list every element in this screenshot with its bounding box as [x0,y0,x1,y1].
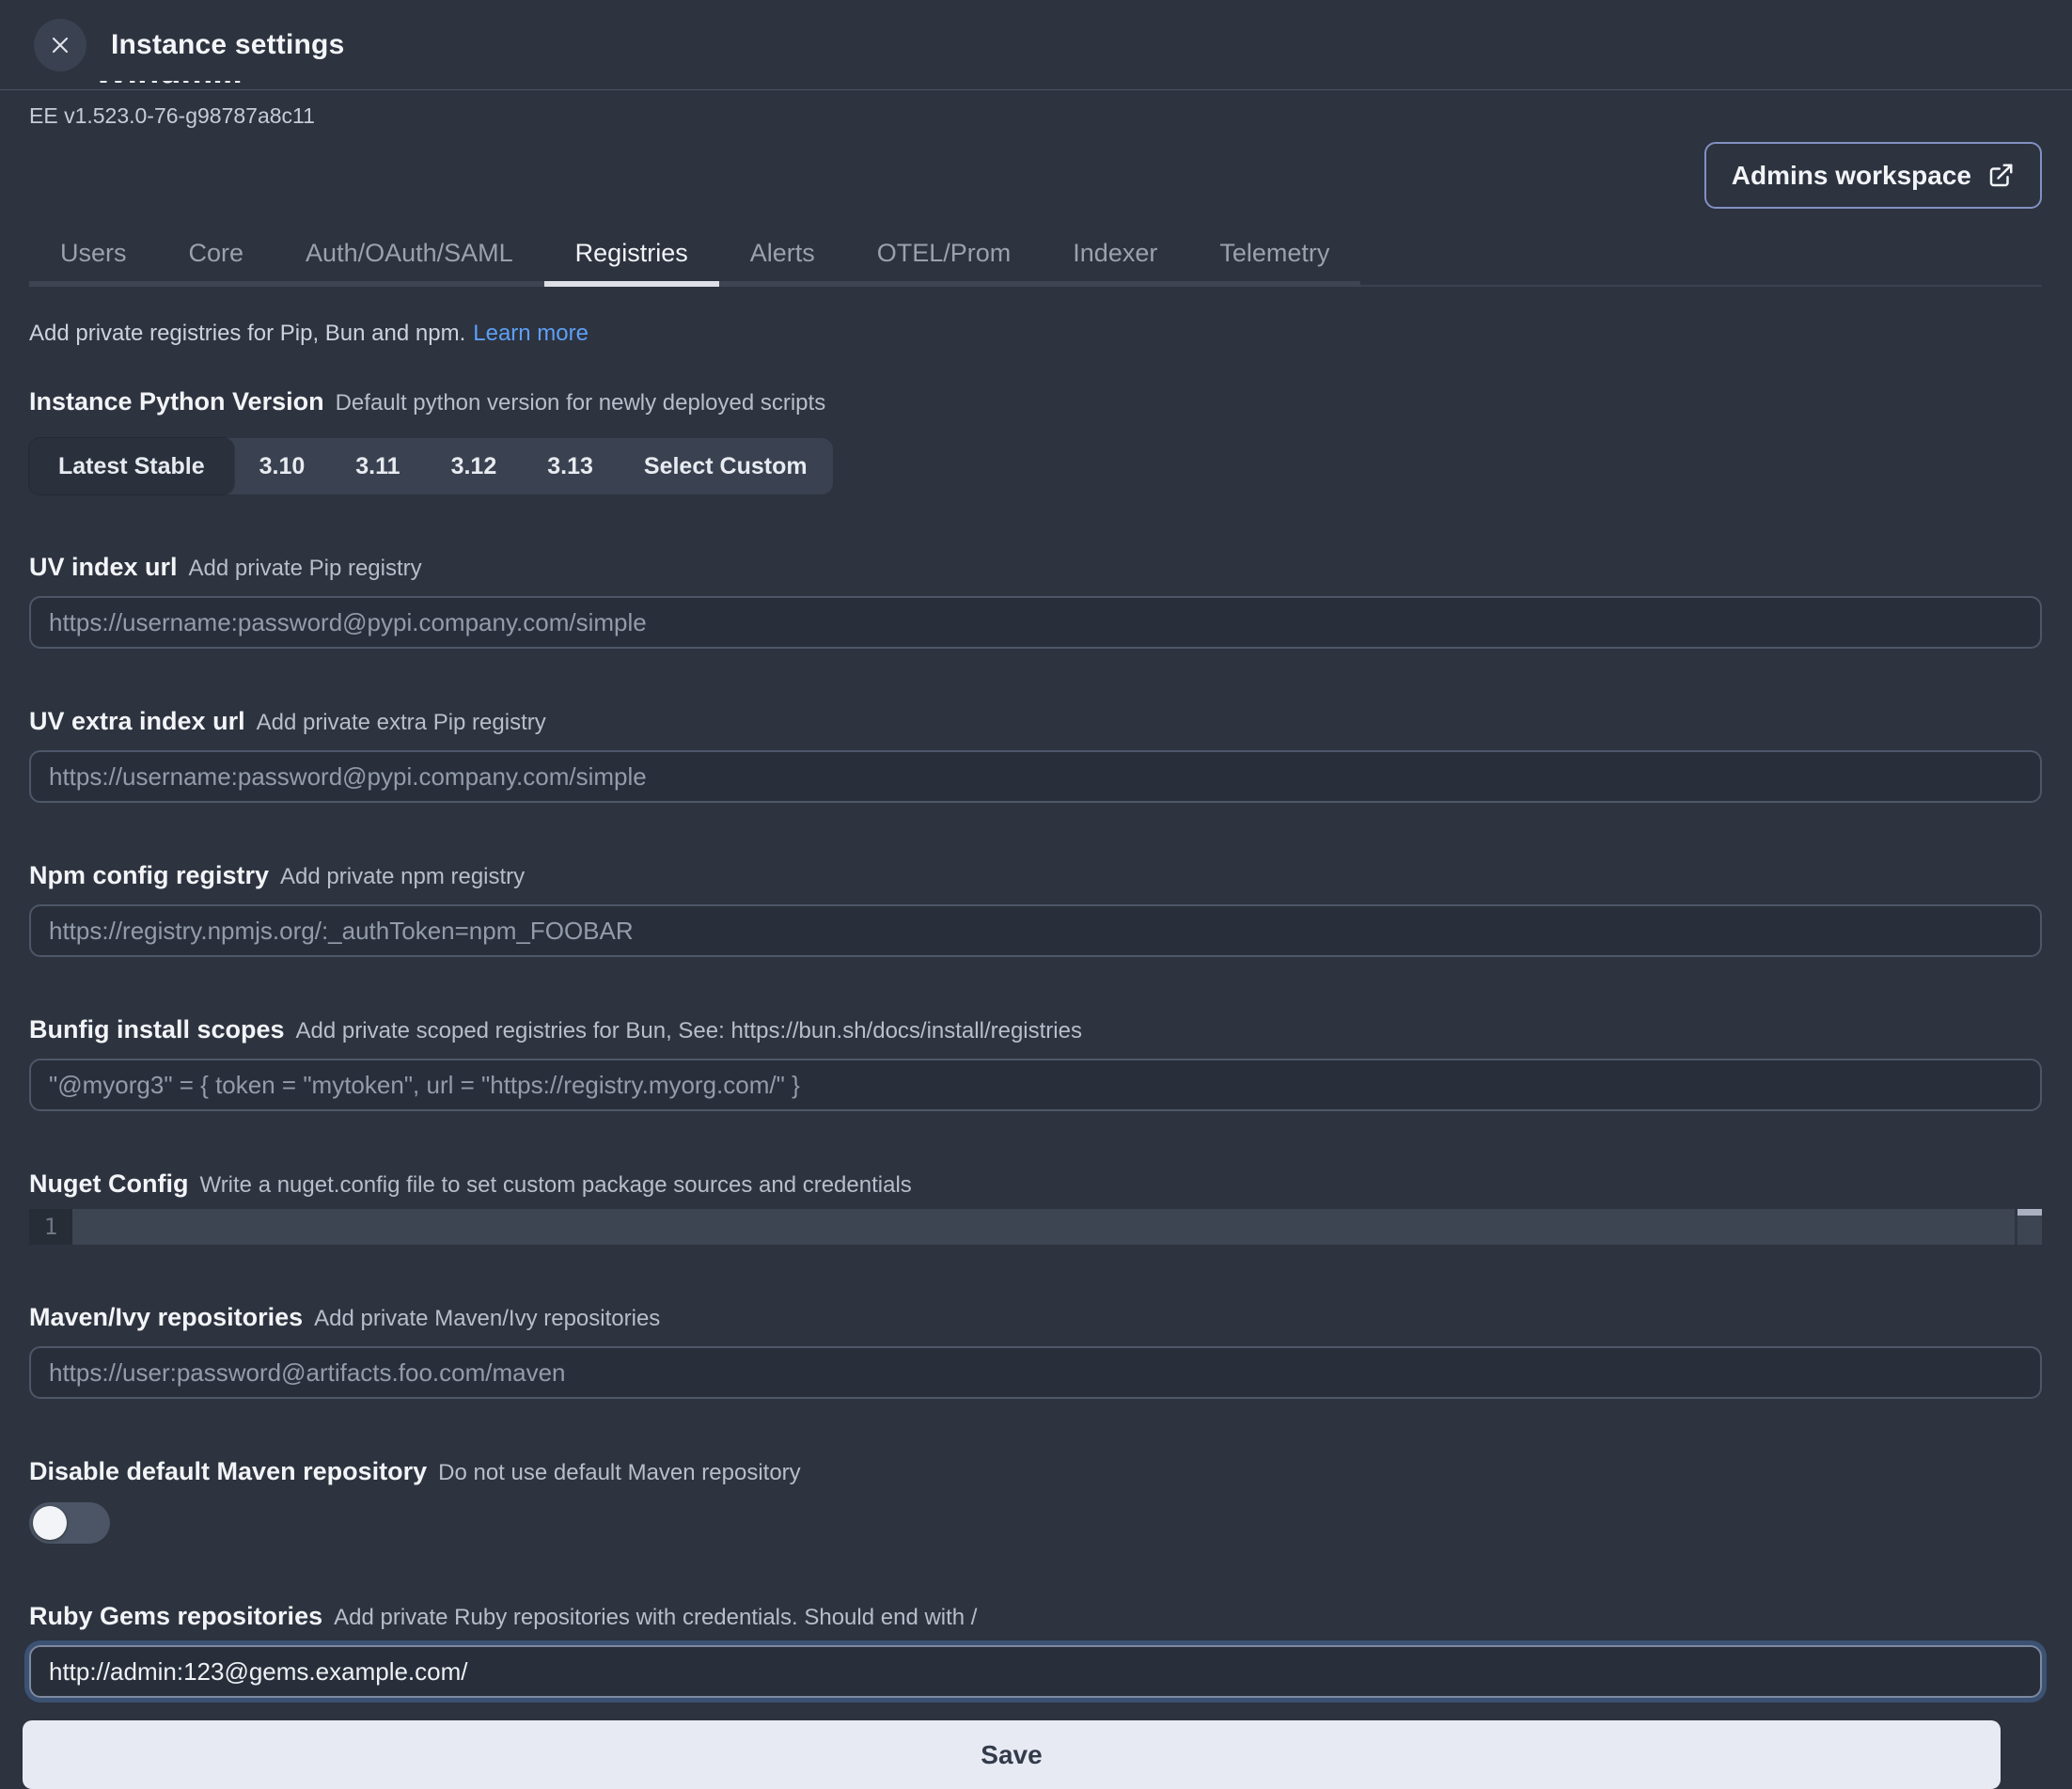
field-hint: Add private Ruby repositories with crede… [334,1602,977,1634]
tab-users[interactable]: Users [29,228,158,287]
close-button[interactable] [34,19,86,71]
tab-registries[interactable]: Registries [544,228,719,287]
field-head: Ruby Gems repositories Add private Ruby r… [29,1600,2042,1634]
field-head: Disable default Maven repository Do not u… [29,1455,2042,1489]
field-uv-index-url: UV index url Add private Pip registry [29,551,2042,649]
toggle-knob [33,1506,67,1540]
field-label: Bunfig install scopes [29,1013,285,1045]
field-head: UV extra index url Add private extra Pip … [29,705,2042,739]
page-title: Instance settings [111,29,344,61]
field-label: Npm config registry [29,859,269,891]
external-link-icon [1986,162,2015,190]
tab-auth-oauth-saml[interactable]: Auth/OAuth/SAML [275,228,544,287]
field-head: Maven/Ivy repositories Add private Maven/… [29,1301,2042,1335]
tab-bar: UsersCoreAuth/OAuth/SAMLRegistriesAlerts… [29,228,2042,287]
field-hint: Add private scoped registries for Bun, S… [296,1015,1082,1047]
save-button[interactable]: Save [23,1720,2001,1789]
footer: Save [29,1720,2042,1789]
python-version-option-3-11[interactable]: 3.11 [330,438,425,494]
tab-otel-prom[interactable]: OTEL/Prom [846,228,1043,287]
admins-workspace-label: Admins workspace [1732,161,1971,191]
field-hint: Do not use default Maven repository [438,1457,801,1489]
uv-extra-index-url-input[interactable] [29,750,2042,803]
learn-more-link[interactable]: Learn more [473,321,589,346]
python-version-option-3-13[interactable]: 3.13 [522,438,619,494]
python-version-option-latest-stable[interactable]: Latest Stable [29,438,234,494]
nuget-config-editor[interactable]: 1 [29,1209,2042,1245]
tab-core[interactable]: Core [158,228,275,287]
maven-ivy-repositories-input[interactable] [29,1346,2042,1399]
python-version-option-3-12[interactable]: 3.12 [426,438,523,494]
editor-line-number: 1 [29,1209,72,1245]
ruby-gems-repositories-input[interactable] [29,1645,2042,1698]
field-head: Nuget Config Write a nuget.config file to… [29,1168,2042,1201]
python-version-option-3-10[interactable]: 3.10 [234,438,331,494]
field-ruby-gems-repositories: Ruby Gems repositories Add private Ruby r… [29,1600,2042,1698]
field-bunfig-install-scopes: Bunfig install scopes Add private scoped … [29,1013,2042,1111]
editor-minimap [2017,1209,2042,1245]
settings-content: EE v1.523.0-76-g98787a8c11 Admins worksp… [0,102,2072,1789]
field-label: Ruby Gems repositories [29,1600,322,1632]
field-hint: Default python version for newly deploye… [336,387,826,419]
field-disable-default-maven-repository: Disable default Maven repository Do not u… [29,1455,2042,1544]
field-hint: Add private Pip registry [189,553,422,585]
field-maven-ivy-repositories: Maven/Ivy repositories Add private Maven/… [29,1301,2042,1399]
field-label: UV extra index url [29,705,245,737]
field-uv-extra-index-url: UV extra index url Add private extra Pip … [29,705,2042,803]
field-npm-config-registry: Npm config registry Add private npm regis… [29,859,2042,957]
field-instance-python-version: Instance Python Version Default python v… [29,385,2042,494]
disable-default-maven-repository-toggle[interactable] [29,1502,110,1544]
field-hint: Add private npm registry [280,861,525,893]
field-label: Disable default Maven repository [29,1455,427,1487]
close-icon [47,32,73,58]
editor-code-area[interactable] [72,1209,2015,1245]
tab-indexer[interactable]: Indexer [1042,228,1188,287]
fields-container: UV index url Add private Pip registry UV e… [29,551,2042,1698]
field-head: UV index url Add private Pip registry [29,551,2042,585]
field-hint: Add private extra Pip registry [257,707,546,739]
field-head: Bunfig install scopes Add private scoped … [29,1013,2042,1047]
field-label: Maven/Ivy repositories [29,1301,303,1333]
field-head: Npm config registry Add private npm regis… [29,859,2042,893]
npm-config-registry-input[interactable] [29,904,2042,957]
tab-telemetry[interactable]: Telemetry [1188,228,1360,287]
field-nuget-config: Nuget Config Write a nuget.config file to… [29,1168,2042,1245]
python-version-segmented-control: Latest Stable3.103.113.123.13Select Cust… [29,438,833,494]
field-head: Instance Python Version Default python v… [29,385,2042,419]
field-label: Nuget Config [29,1168,188,1200]
tab-alerts[interactable]: Alerts [719,228,846,287]
minimap-slider[interactable] [2017,1209,2042,1216]
admins-workspace-button[interactable]: Admins workspace [1704,142,2042,209]
clipped-app-name: Windmill [94,81,338,90]
version-text: EE v1.523.0-76-g98787a8c11 [29,102,2042,130]
uv-index-url-input[interactable] [29,596,2042,649]
intro-text: Add private registries for Pip, Bun and … [29,319,2042,348]
intro-description: Add private registries for Pip, Bun and … [29,321,465,346]
field-hint: Write a nuget.config file to set custom … [199,1169,911,1201]
field-label: Instance Python Version [29,385,324,417]
tab-list: UsersCoreAuth/OAuth/SAMLRegistriesAlerts… [29,228,1360,287]
field-hint: Add private Maven/Ivy repositories [314,1303,660,1335]
python-version-option-select-custom[interactable]: Select Custom [619,438,833,494]
field-label: UV index url [29,551,178,583]
bunfig-install-scopes-input[interactable] [29,1059,2042,1111]
modal-header: Instance settings [0,0,2072,90]
